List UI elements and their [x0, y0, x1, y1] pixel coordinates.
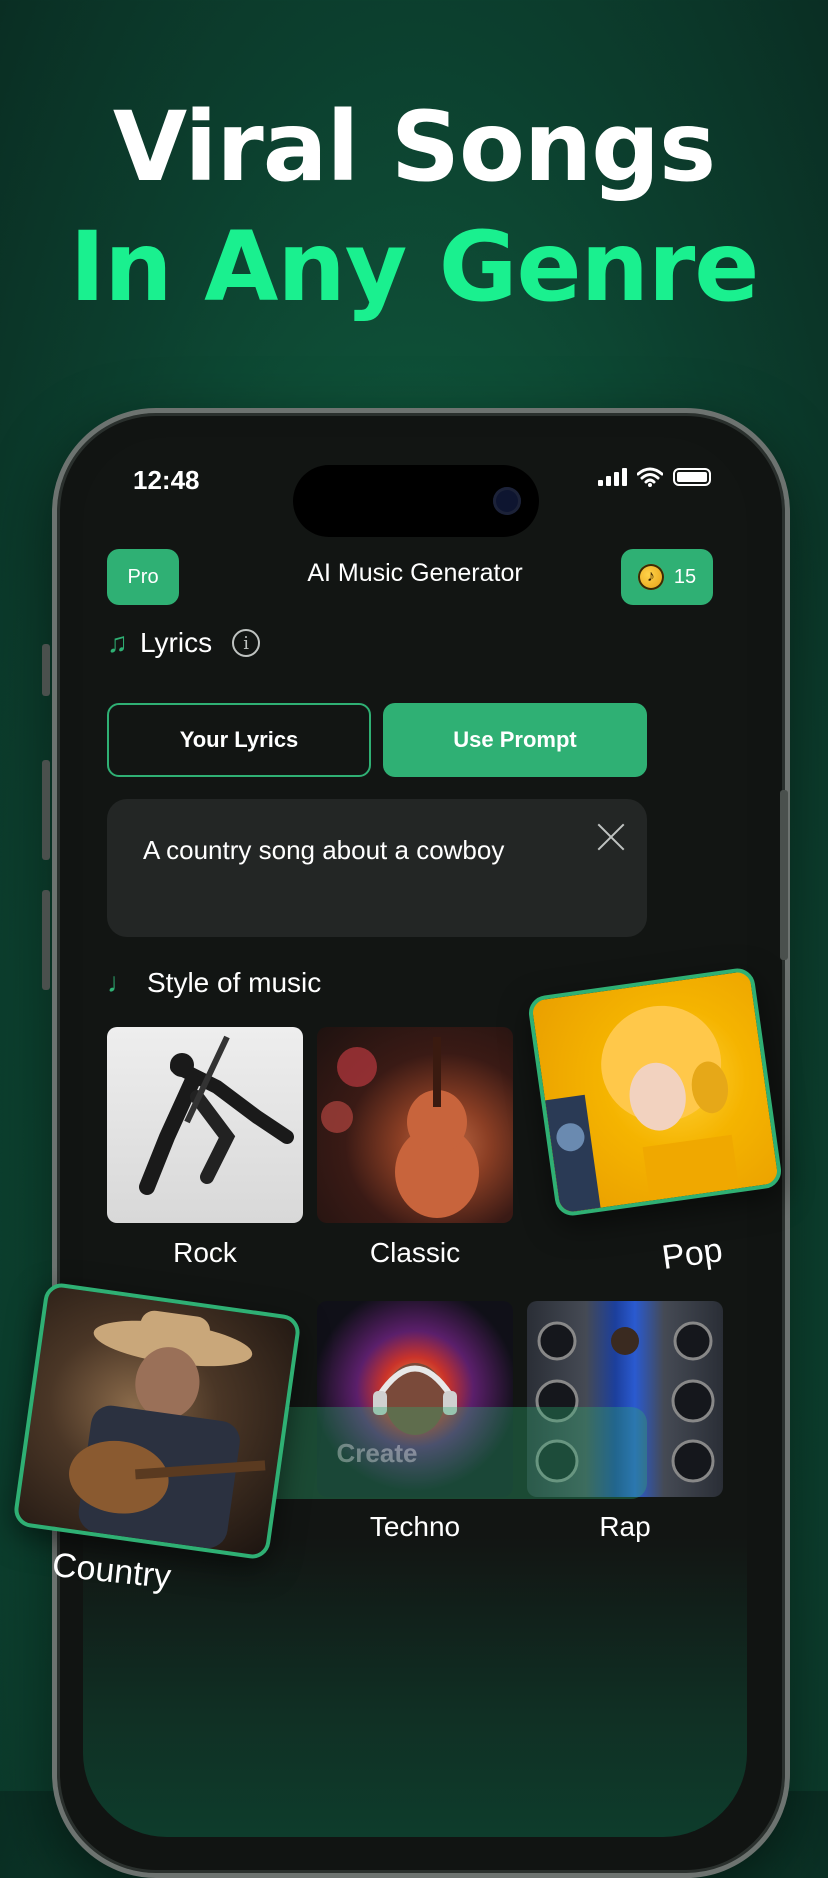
battery-icon: [673, 468, 711, 486]
violin-icon: [321, 1037, 479, 1218]
genre-techno-label: Techno: [369, 1511, 461, 1542]
your-lyrics-tab[interactable]: Your Lyrics: [107, 703, 371, 777]
music-note-icon: ♩: [107, 967, 135, 998]
genre-classic-image[interactable]: [317, 1027, 513, 1223]
info-icon[interactable]: i: [232, 629, 261, 657]
lyrics-label: Lyrics: [140, 627, 213, 658]
headline-line-1: Viral Songs: [112, 91, 716, 203]
prompt-text: A country song about a cowboy: [143, 835, 505, 865]
headline-line-2: In Any Genre: [69, 211, 760, 323]
genre-pop-card[interactable]: [526, 966, 784, 1218]
camera-icon: [493, 487, 521, 515]
style-label: Style of music: [147, 967, 322, 998]
status-icons: [598, 467, 711, 487]
pop-girl-icon: [545, 1005, 740, 1214]
genre-rap-label: Rap: [599, 1511, 651, 1542]
country-guitarist-icon: [69, 1310, 266, 1549]
prompt-input[interactable]: A country song about a cowboy: [107, 799, 647, 937]
close-icon[interactable]: [595, 821, 627, 853]
phone-volume-down: [42, 890, 50, 990]
coin-count: 15: [673, 565, 697, 588]
rock-figure-icon: [139, 1035, 294, 1195]
phone-mute-switch: [42, 644, 50, 696]
screen-bottom-fade: [83, 1537, 747, 1837]
coins-button[interactable]: 15: [621, 549, 713, 605]
genre-country-card[interactable]: [12, 1281, 302, 1561]
phone-volume-up: [42, 760, 50, 860]
genre-rock-image[interactable]: [107, 1027, 303, 1223]
music-note-icon: ♫: [107, 627, 128, 658]
lyrics-section-header: ♫ Lyrics i: [107, 627, 261, 659]
use-prompt-tab[interactable]: Use Prompt: [383, 703, 647, 777]
coin-icon: [637, 564, 664, 590]
genre-pop-label: Pop: [659, 1230, 725, 1278]
dynamic-island: [293, 465, 539, 537]
genre-rock-label: Rock: [173, 1237, 237, 1268]
wifi-icon: [637, 467, 663, 487]
status-time: 12:48: [133, 465, 200, 495]
signal-icon: [598, 468, 627, 486]
style-section-header: ♩ Style of music: [107, 967, 321, 999]
phone-power-button: [780, 790, 788, 960]
genre-classic-label: Classic: [369, 1237, 461, 1268]
